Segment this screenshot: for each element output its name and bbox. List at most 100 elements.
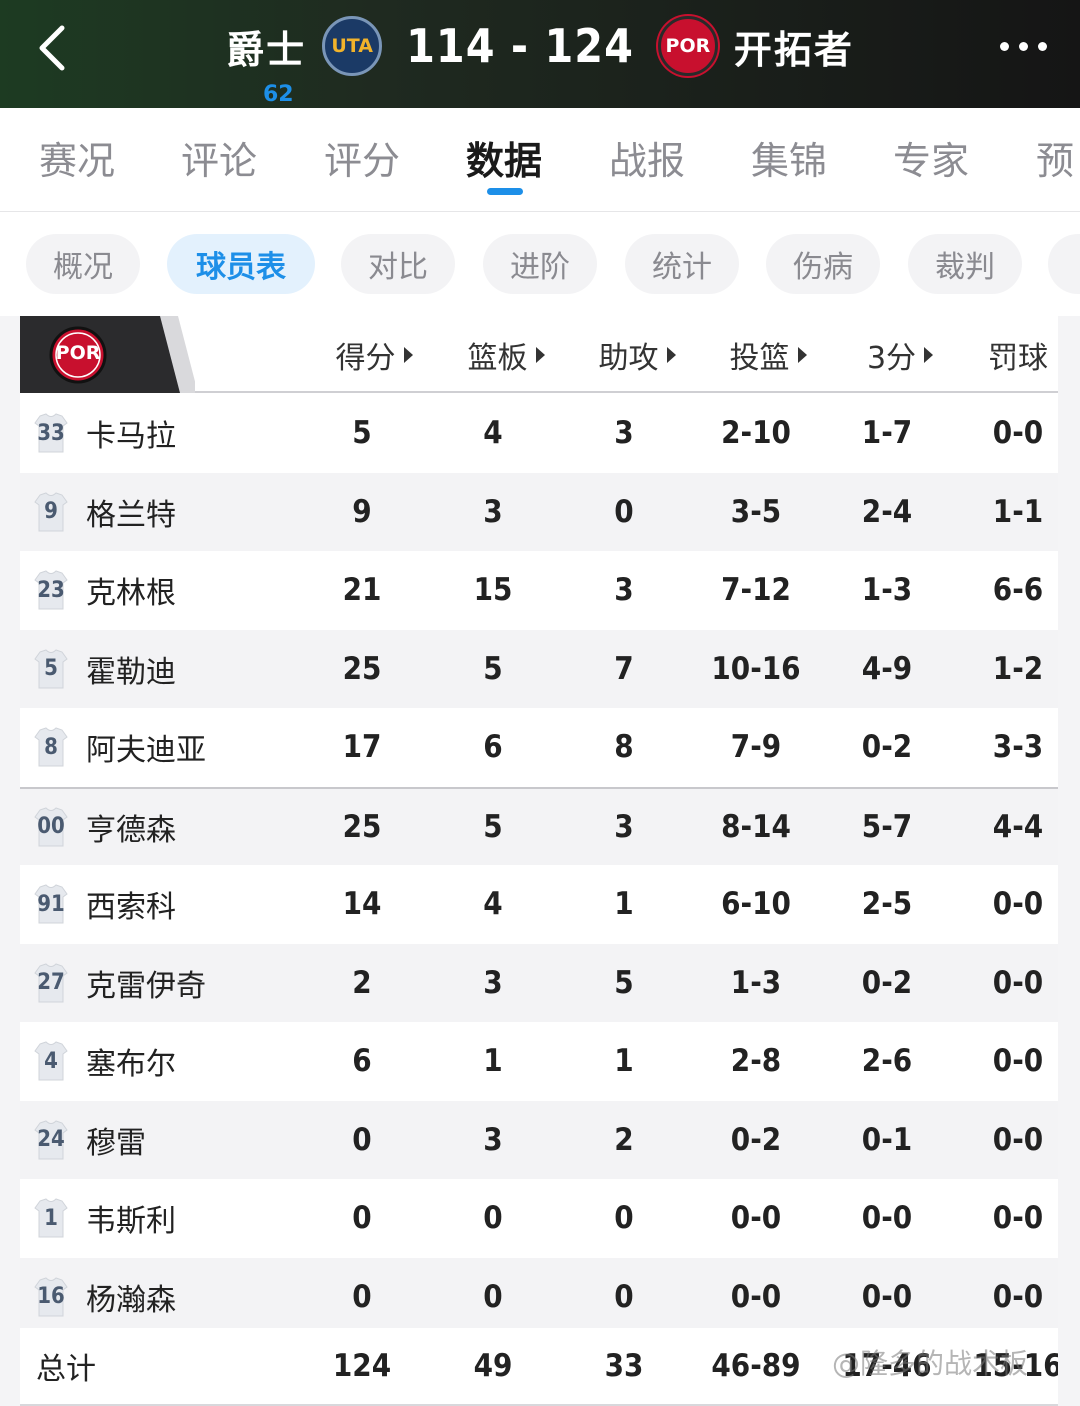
- stat-assists: 3: [614, 572, 634, 609]
- table-row[interactable]: 27 克雷伊奇 2 3 5 1-3 0-2 0-0: [20, 943, 1058, 1023]
- stat-field-goals: 7-9: [730, 729, 782, 766]
- stat-three-pointers: 1-3: [861, 572, 913, 609]
- tab-overview[interactable]: 赛况: [39, 108, 115, 212]
- table-row[interactable]: 00 亨德森 25 5 3 8-14 5-7 4-4: [20, 786, 1058, 866]
- player-name[interactable]: 格兰特: [86, 473, 176, 552]
- subtab-overflow[interactable]: [1048, 234, 1080, 294]
- stat-assists: 3: [614, 415, 634, 452]
- jersey-number-text: 5: [44, 656, 58, 682]
- table-row[interactable]: 16 杨瀚森 0 0 0 0-0 0-0 0-0: [20, 1257, 1058, 1337]
- stat-points: 0: [352, 1121, 372, 1158]
- stat-assists: 0: [614, 1278, 634, 1315]
- active-tab-indicator: [487, 188, 523, 195]
- tab-preview[interactable]: 预: [1036, 108, 1074, 212]
- stat-field-goals: 7-12: [721, 572, 791, 609]
- stat-points: 2: [352, 964, 372, 1001]
- stat-three-pointers: 2-5: [861, 886, 913, 923]
- sort-arrow-icon: [797, 346, 807, 363]
- player-name[interactable]: 韦斯利: [86, 1179, 176, 1258]
- stat-field-goals: 6-10: [721, 886, 791, 923]
- stat-assists: 0: [614, 493, 634, 530]
- stat-points: 25: [342, 650, 382, 687]
- tab-ratings[interactable]: 评分: [324, 108, 400, 212]
- player-name[interactable]: 穆雷: [86, 1101, 146, 1180]
- more-dots-icon: [1018, 41, 1028, 51]
- more-dots-icon: [1037, 41, 1047, 51]
- col-head-points[interactable]: 得分: [308, 316, 440, 393]
- home-team-name: 爵士: [226, 27, 307, 72]
- stat-rebounds: 15: [473, 572, 513, 609]
- subtab-referees[interactable]: 裁判: [908, 234, 1022, 294]
- player-name[interactable]: 亨德森: [86, 789, 176, 866]
- jersey-number: 8: [34, 727, 68, 767]
- table-row[interactable]: 33 卡马拉 5 4 3 2-10 1-7 0-0: [20, 394, 1058, 473]
- table-row[interactable]: 9 格兰特 9 3 0 3-5 2-4 1-1: [20, 472, 1058, 552]
- stat-field-goals: 0-0: [730, 1200, 782, 1237]
- more-dots-icon: [999, 41, 1009, 51]
- tab-comments[interactable]: 评论 62: [181, 84, 294, 212]
- stat-field-goals: 3-5: [730, 493, 782, 530]
- subtab-statistics[interactable]: 统计: [625, 234, 739, 294]
- more-button[interactable]: [988, 26, 1058, 66]
- stat-points: 17: [342, 729, 382, 766]
- col-head-free-throws[interactable]: 罚球: [966, 316, 1058, 393]
- jersey-number: 1: [34, 1198, 68, 1238]
- jersey-number-text: 1: [44, 1205, 58, 1231]
- stat-points: 9: [352, 493, 372, 530]
- stat-points: 0: [352, 1200, 372, 1237]
- stat-field-goals: 2-8: [730, 1043, 782, 1080]
- col-head-three-pointers[interactable]: 3分: [834, 316, 966, 393]
- table-row[interactable]: 23 克林根 21 15 3 7-12 1-3 6-6: [20, 551, 1058, 630]
- table-row[interactable]: 91 西索科 14 4 1 6-10 2-5 0-0: [20, 865, 1058, 944]
- col-head-rebounds[interactable]: 篮板: [440, 316, 572, 393]
- player-name[interactable]: 卡马拉: [86, 394, 176, 473]
- player-name[interactable]: 霍勒迪: [86, 630, 176, 709]
- table-header: POR 得分 篮板 助攻 投篮 3分 罚球: [20, 316, 1058, 393]
- stat-rebounds: 3: [483, 1121, 503, 1158]
- subtab-advanced[interactable]: 进阶: [483, 234, 597, 294]
- home-team-logo[interactable]: UTA: [322, 16, 383, 76]
- jersey-number-text: 8: [44, 734, 58, 760]
- player-name[interactable]: 克雷伊奇: [86, 944, 206, 1023]
- tab-experts[interactable]: 专家: [893, 108, 969, 212]
- table-row[interactable]: 8 阿夫迪亚 17 6 8 7-9 0-2 3-3: [20, 708, 1058, 787]
- jersey-number-text: 23: [37, 577, 65, 603]
- team-logo-text: POR: [55, 342, 101, 364]
- stat-free-throws: 0-0: [992, 1121, 1044, 1158]
- player-name[interactable]: 塞布尔: [86, 1022, 176, 1101]
- stat-three-pointers: 5-7: [861, 808, 913, 845]
- sort-arrow-icon: [666, 346, 676, 363]
- subtab-compare[interactable]: 对比: [341, 234, 455, 294]
- player-name[interactable]: 克林根: [86, 551, 176, 630]
- table-row[interactable]: 5 霍勒迪 25 5 7 10-16 4-9 1-2: [20, 629, 1058, 709]
- jersey-number: 33: [34, 413, 68, 453]
- subtab-summary[interactable]: 概况: [26, 234, 140, 294]
- col-head-assists[interactable]: 助攻: [571, 316, 703, 393]
- tab-report[interactable]: 战报: [609, 108, 685, 212]
- subtab-player-stats[interactable]: 球员表: [167, 234, 315, 294]
- stat-three-pointers: 2-4: [861, 493, 913, 530]
- player-name[interactable]: 西索科: [86, 865, 176, 944]
- stat-assists: 2: [614, 1121, 634, 1158]
- stat-three-pointers: 2-6: [861, 1043, 913, 1080]
- tab-data[interactable]: 数据: [466, 108, 542, 212]
- jersey-number-text: 4: [44, 1048, 58, 1074]
- table-row[interactable]: 1 韦斯利 0 0 0 0-0 0-0 0-0: [20, 1179, 1058, 1258]
- subtab-injuries[interactable]: 伤病: [766, 234, 880, 294]
- player-stats-table: POR 得分 篮板 助攻 投篮 3分 罚球 33 卡马拉 5 4 3 2-10 1-7 0-0…: [20, 316, 1058, 1406]
- col-head-free-throws-label: 罚球: [988, 340, 1048, 376]
- stat-three-pointers: 0-2: [861, 964, 913, 1001]
- stat-rebounds: 6: [483, 729, 503, 766]
- stat-free-throws: 0-0: [992, 1278, 1044, 1315]
- stat-rebounds: 0: [483, 1200, 503, 1237]
- jersey-number: 00: [34, 807, 68, 847]
- away-team-logo[interactable]: POR: [657, 16, 718, 76]
- stat-free-throws: 1-2: [992, 650, 1044, 687]
- tab-highlights[interactable]: 集锦: [751, 108, 827, 212]
- player-name[interactable]: 杨瀚森: [86, 1258, 176, 1337]
- table-row[interactable]: 4 塞布尔 6 1 1 2-8 2-6 0-0: [20, 1022, 1058, 1101]
- player-name[interactable]: 阿夫迪亚: [86, 708, 206, 787]
- col-head-field-goals[interactable]: 投篮: [702, 316, 834, 393]
- stat-rebounds: 5: [483, 808, 503, 845]
- table-row[interactable]: 24 穆雷 0 3 2 0-2 0-1 0-0: [20, 1100, 1058, 1180]
